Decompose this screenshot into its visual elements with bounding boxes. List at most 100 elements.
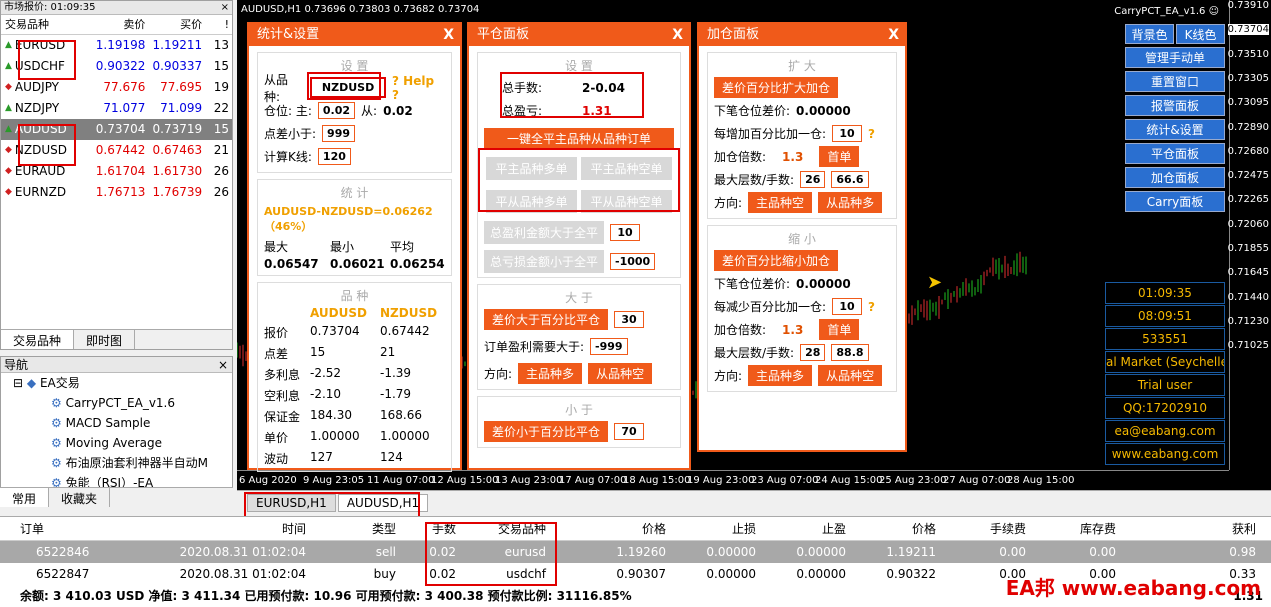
profit-close-input[interactable]: 10: [610, 224, 640, 241]
max-lots-input[interactable]: 88.8: [831, 344, 869, 361]
background-color-button[interactable]: 背景色: [1125, 24, 1174, 44]
next-spread-value: 0.00000: [796, 103, 851, 118]
max-layers-input[interactable]: 26: [800, 171, 826, 188]
direction-main-short-button[interactable]: 主品种空: [748, 192, 813, 213]
col-header[interactable]: 价格: [850, 517, 940, 540]
first-order-button[interactable]: 首单: [819, 146, 860, 167]
time-tick: 13 Aug 23:00: [495, 475, 563, 486]
position-main-input[interactable]: 0.02: [317, 102, 356, 119]
spread-cell: 15: [213, 122, 229, 136]
direction-main-long-button[interactable]: 主品种多: [518, 363, 583, 384]
less-close-input[interactable]: 70: [614, 423, 645, 440]
highlight-box: [18, 124, 76, 166]
col-header[interactable]: 止损: [670, 517, 760, 540]
profit-close-button[interactable]: 总盈利金额大于全平: [484, 221, 604, 244]
close-icon[interactable]: ×: [218, 357, 228, 373]
info-box: www.eabang.com: [1105, 443, 1225, 465]
help-icon[interactable]: ?: [868, 300, 875, 314]
nav-item-ea-carry[interactable]: ⚙ CarryPCT_EA_v1.6: [1, 393, 232, 413]
greater-close-button[interactable]: 差价大于百分比平仓: [484, 309, 609, 330]
market-row[interactable]: ▲ NZDJPY 71.077 71.099 22: [1, 98, 232, 119]
order-row[interactable]: 6522846 2020.08.31 01:02:04 sell 0.02 eurusd…: [0, 541, 1271, 563]
shrink-add-button[interactable]: 差价百分比缩小加仓: [714, 250, 839, 271]
col-header[interactable]: 订单: [0, 517, 130, 540]
market-row[interactable]: ◆ EURNZD 1.76713 1.76739 26: [1, 182, 232, 203]
ask-cell: 77.695: [160, 80, 203, 94]
order-cell: 0.90322: [886, 567, 936, 581]
increase-step-input[interactable]: 10: [832, 125, 863, 142]
multiplier-label: 加仓倍数:: [714, 150, 767, 164]
col-header[interactable]: 获利: [1120, 517, 1260, 540]
ea-icon: ⚙: [51, 456, 62, 470]
market-row[interactable]: ◆ AUDJPY 77.676 77.695 19: [1, 77, 232, 98]
loss-close-input[interactable]: -1000: [610, 253, 656, 270]
order-profit-input[interactable]: -999: [590, 338, 628, 355]
direction-from-short-button[interactable]: 从品种空: [818, 365, 883, 386]
max-layers-input[interactable]: 28: [800, 344, 826, 361]
col-header[interactable]: 止盈: [760, 517, 850, 540]
order-cell: 0.00000: [706, 567, 756, 581]
nav-item-ea[interactable]: ⊟ ◆ EA交易: [1, 373, 232, 393]
tab-tick-chart[interactable]: 即时图: [74, 330, 136, 349]
ea-button[interactable]: 管理手动单: [1125, 47, 1225, 68]
col-header[interactable]: 时间: [130, 517, 310, 540]
tab-common[interactable]: 常用: [0, 488, 50, 507]
tab-favorites[interactable]: 收藏夹: [49, 488, 111, 507]
direction-main-long-button[interactable]: 主品种多: [748, 365, 813, 386]
greater-section: 大 于 差价大于百分比平仓 30 订单盈利需要大于: -999 方向: 主品种多 从品种…: [477, 284, 681, 390]
settings-section: 设 置 从品种: NZDUSD? Help ? 仓位: 主: 0.02 从: 0.02 …: [257, 52, 452, 173]
help-icon[interactable]: ?: [868, 127, 875, 141]
nav-item-ea-macd[interactable]: ⚙ MACD Sample: [1, 413, 232, 433]
first-order-button[interactable]: 首单: [819, 319, 860, 340]
close-icon[interactable]: X: [443, 24, 454, 46]
col-ask[interactable]: 买价: [145, 15, 202, 34]
max-lots-input[interactable]: 66.6: [831, 171, 869, 188]
decrease-step-input[interactable]: 10: [832, 298, 863, 315]
navigator-title: 导航: [4, 358, 29, 372]
nav-item-ea-ma[interactable]: ⚙ Moving Average: [1, 433, 232, 453]
expand-add-button[interactable]: 差价百分比扩大加仓: [714, 77, 839, 98]
col-header[interactable]: 价格: [550, 517, 670, 540]
ea-button[interactable]: 重置窗口: [1125, 71, 1225, 92]
nav-item-label: MACD Sample: [65, 416, 151, 430]
col-header[interactable]: 手续费: [940, 517, 1030, 540]
loss-close-button[interactable]: 总亏损金额小于全平: [484, 250, 604, 273]
col-symbol[interactable]: 交易品种: [1, 15, 89, 34]
price-tick: 0.71440: [1227, 291, 1269, 303]
info-box: 533551: [1105, 328, 1225, 350]
col-header[interactable]: 类型: [310, 517, 400, 540]
tab-symbols[interactable]: 交易品种: [1, 330, 75, 349]
direction-from-short-button[interactable]: 从品种空: [588, 363, 653, 384]
help-link[interactable]: ? Help ?: [392, 74, 445, 102]
ask-cell: 1.61730: [152, 164, 203, 178]
time-tick: 12 Aug 15:00: [431, 475, 499, 486]
ea-button[interactable]: 加仓面板: [1125, 167, 1225, 188]
info-box: 01:09:35: [1105, 282, 1225, 304]
greater-close-input[interactable]: 30: [614, 311, 645, 328]
price-tick: 0.72680: [1227, 145, 1269, 157]
close-icon[interactable]: X: [888, 24, 899, 46]
candle-color-button[interactable]: K线色: [1176, 24, 1225, 44]
ea-button[interactable]: 报警面板: [1125, 95, 1225, 116]
nav-item-ea-oil[interactable]: ⚙ 布油原油套利神器半自动M: [1, 453, 232, 473]
spread-input[interactable]: 999: [322, 125, 356, 142]
less-close-button[interactable]: 差价小于百分比平仓: [484, 421, 609, 442]
position-from-value[interactable]: 0.02: [383, 104, 413, 118]
ea-button[interactable]: 统计&设置: [1125, 119, 1225, 140]
navigator-caption: 导航 ×: [1, 357, 232, 373]
close-icon[interactable]: ×: [221, 1, 229, 15]
row-value: -2.52: [310, 366, 342, 380]
close-icon[interactable]: X: [672, 24, 683, 46]
ea-button[interactable]: 平仓面板: [1125, 143, 1225, 164]
symbol-name: NZDJPY: [14, 101, 60, 115]
close-all-button[interactable]: 一键全平主品种从品种订单: [484, 128, 674, 149]
kline-input[interactable]: 120: [317, 148, 351, 165]
ea-button[interactable]: Carry面板: [1125, 191, 1225, 212]
col-bid[interactable]: 卖价: [89, 15, 145, 34]
spread-cell: 19: [213, 80, 229, 94]
col-spread[interactable]: !: [202, 15, 232, 34]
col-header[interactable]: 库存费: [1030, 517, 1120, 540]
time-tick: 17 Aug 07:00: [559, 475, 627, 486]
panel-title: 统计&设置: [257, 27, 320, 42]
direction-from-long-button[interactable]: 从品种多: [818, 192, 883, 213]
